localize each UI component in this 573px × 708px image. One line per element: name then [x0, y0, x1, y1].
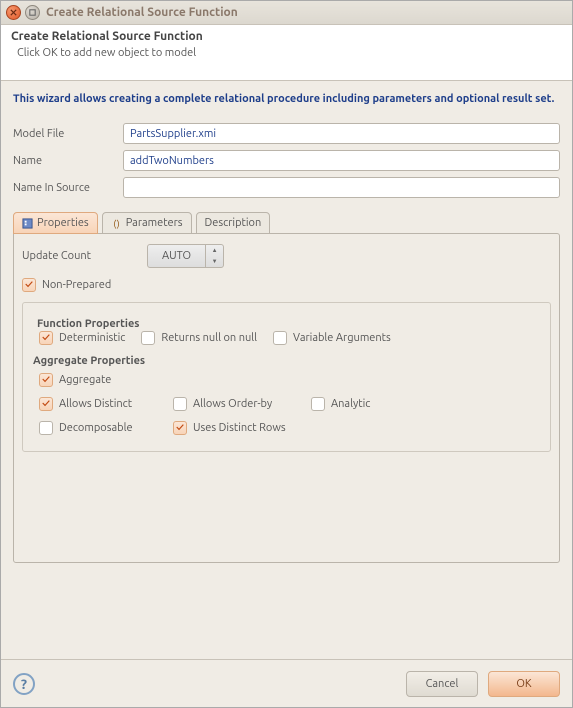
- uses-distinct-rows-label: Uses Distinct Rows: [193, 422, 286, 434]
- allows-distinct-label: Allows Distinct: [59, 398, 132, 410]
- tab-description-label: Description: [205, 217, 262, 229]
- update-count-row: Update Count AUTO ▲ ▼: [22, 244, 551, 268]
- allows-order-by-label: Allows Order-by: [193, 398, 272, 410]
- function-properties-legend: Function Properties: [33, 318, 144, 330]
- returns-null-label: Returns null on null: [161, 332, 257, 344]
- window-title: Create Relational Source Function: [46, 6, 238, 19]
- name-label: Name: [13, 155, 123, 167]
- aggregate-label: Aggregate: [59, 374, 111, 386]
- parameters-icon: (): [111, 218, 122, 229]
- tab-bar: Properties () Parameters Description: [13, 212, 560, 234]
- dialog-footer: ? Cancel OK: [1, 659, 572, 707]
- checkbox-icon: [39, 421, 53, 435]
- wizard-description: This wizard allows creating a complete r…: [13, 93, 560, 105]
- banner-subtitle: Click OK to add new object to model: [17, 47, 562, 59]
- allows-distinct-checkbox[interactable]: Allows Distinct: [39, 397, 157, 411]
- svg-text:(): (): [113, 218, 119, 229]
- banner-title: Create Relational Source Function: [11, 30, 562, 43]
- checkbox-icon: [173, 421, 187, 435]
- name-in-source-input[interactable]: [123, 177, 560, 198]
- allows-order-by-checkbox[interactable]: Allows Order-by: [173, 397, 295, 411]
- non-prepared-checkbox[interactable]: Non-Prepared: [22, 278, 111, 292]
- update-count-spinner[interactable]: AUTO ▲ ▼: [147, 244, 224, 268]
- name-in-source-label: Name In Source: [13, 182, 123, 194]
- checkbox-icon: [173, 397, 187, 411]
- title-bar[interactable]: Create Relational Source Function: [1, 1, 572, 25]
- update-count-value: AUTO: [148, 250, 205, 262]
- returns-null-checkbox[interactable]: Returns null on null: [141, 331, 257, 345]
- checkbox-icon: [311, 397, 325, 411]
- spinner-down-icon[interactable]: ▼: [206, 256, 223, 267]
- function-properties-group: Function Properties Deterministic Return…: [22, 302, 551, 452]
- model-file-label: Model File: [13, 128, 123, 140]
- uses-distinct-rows-checkbox[interactable]: Uses Distinct Rows: [173, 421, 286, 435]
- checkbox-icon: [141, 331, 155, 345]
- banner: Create Relational Source Function Click …: [1, 25, 572, 81]
- tab-parameters[interactable]: () Parameters: [102, 212, 192, 234]
- name-input[interactable]: [123, 150, 560, 171]
- analytic-label: Analytic: [331, 398, 370, 410]
- checkbox-icon: [22, 278, 36, 292]
- checkbox-icon: [273, 331, 287, 345]
- tab-parameters-label: Parameters: [126, 217, 183, 229]
- deterministic-label: Deterministic: [59, 332, 125, 344]
- checkbox-icon: [39, 397, 53, 411]
- tab-pane-properties: Update Count AUTO ▲ ▼ Non-Prepared Funct…: [13, 233, 560, 563]
- spinner-up-icon[interactable]: ▲: [206, 245, 223, 256]
- close-icon[interactable]: [6, 5, 21, 20]
- update-count-label: Update Count: [22, 250, 91, 262]
- variable-arguments-checkbox[interactable]: Variable Arguments: [273, 331, 391, 345]
- analytic-checkbox[interactable]: Analytic: [311, 397, 370, 411]
- checkbox-icon: [39, 373, 53, 387]
- window-controls: [6, 5, 40, 20]
- minimize-icon[interactable]: [25, 5, 40, 20]
- non-prepared-label: Non-Prepared: [42, 279, 111, 291]
- form-grid: Model File Name Name In Source: [13, 123, 560, 198]
- content-area: This wizard allows creating a complete r…: [1, 81, 572, 575]
- checkbox-icon: [39, 331, 53, 345]
- deterministic-checkbox[interactable]: Deterministic: [39, 331, 125, 345]
- ok-button[interactable]: OK: [488, 671, 560, 697]
- model-file-input[interactable]: [123, 123, 560, 144]
- aggregate-checkbox[interactable]: Aggregate: [39, 373, 111, 387]
- decomposable-checkbox[interactable]: Decomposable: [39, 421, 157, 435]
- decomposable-label: Decomposable: [59, 422, 133, 434]
- aggregate-properties-title: Aggregate Properties: [33, 355, 540, 367]
- tab-description[interactable]: Description: [196, 212, 271, 234]
- tab-properties-label: Properties: [37, 217, 89, 229]
- tab-properties[interactable]: Properties: [13, 212, 98, 234]
- help-icon[interactable]: ?: [13, 673, 35, 695]
- variable-arguments-label: Variable Arguments: [293, 332, 391, 344]
- cancel-button[interactable]: Cancel: [406, 671, 478, 697]
- properties-icon: [22, 218, 33, 229]
